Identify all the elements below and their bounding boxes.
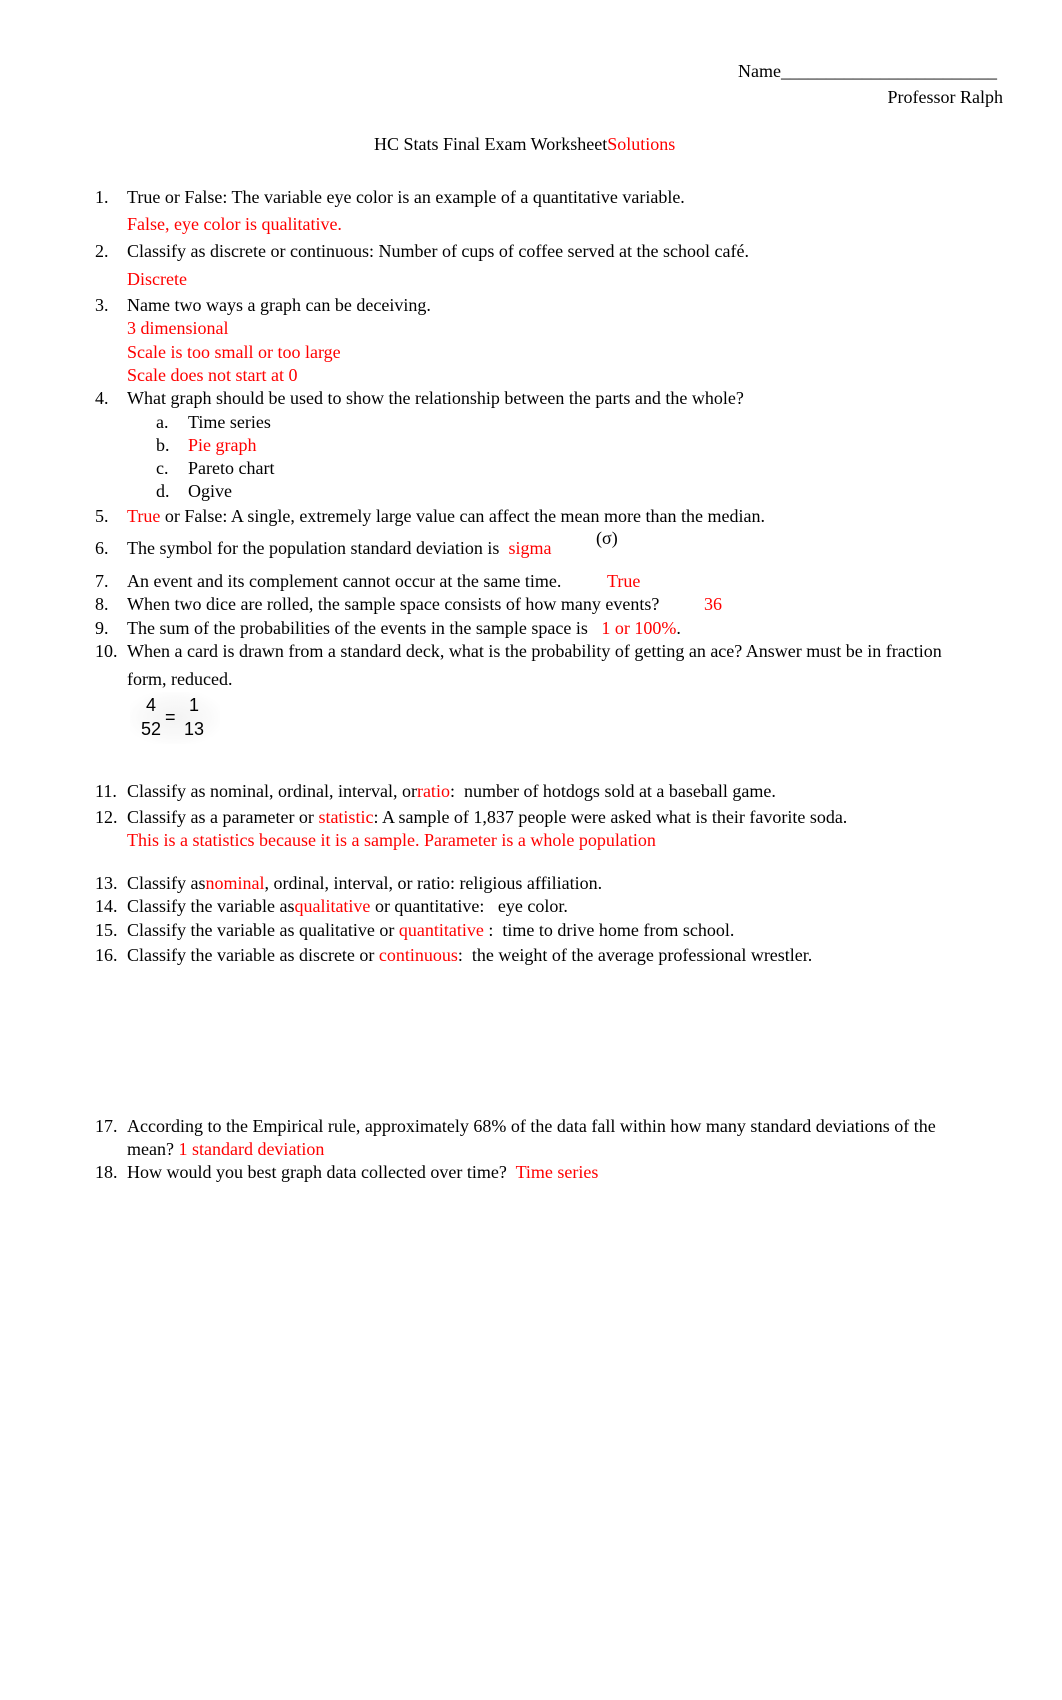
answer: statistic [318,807,374,827]
question-number: 7. [95,571,109,591]
answer: qualitative [294,896,371,916]
question-text: Classify as discrete or continuous: Numb… [127,241,749,261]
answer: continuous [378,945,458,965]
question-number: 9. [95,618,109,638]
question-text: Classify as a parameter or statistic: A … [127,806,847,828]
question-number: 11. [95,781,117,801]
answer: quantitative [398,920,484,940]
answer: ratio [416,781,450,801]
answer: Time series [515,1162,599,1182]
option-letter: c. [156,458,169,478]
question-number: 16. [95,945,118,965]
question-number: 18. [95,1162,118,1182]
question-body: Classify as [127,873,206,893]
question-number: 15. [95,920,118,940]
suffix: : A sample of 1,837 people were asked wh… [373,807,848,827]
equals-sign: = [165,707,176,727]
title-solutions: Solutions [607,134,676,154]
question-text: How would you best graph data collected … [127,1161,598,1183]
question-text: An event and its complement cannot occur… [127,571,562,591]
suffix: : number of hotdogs sold at a baseball g… [449,781,776,801]
answer: True [127,506,161,526]
question-body: mean? [127,1139,179,1159]
answer: Discrete [127,269,187,289]
question-number: 17. [95,1116,118,1136]
option-text-correct: Pie graph [188,435,257,455]
answer: nominal [205,873,265,893]
professor-name: Professor Ralph [887,87,1004,107]
question-text: When a card is drawn from a standard dec… [127,641,942,661]
question-text: Classify as nominal, ordinal, interval, … [127,780,776,802]
question-body: Classify as nominal, ordinal, interval, … [127,781,417,801]
question-body: Classify the variable as [127,896,295,916]
question-body: The sum of the probabilities of the even… [127,618,593,638]
option-letter: b. [156,435,170,455]
answer: 36 [704,594,722,614]
question-number: 4. [95,388,109,408]
page-title: HC Stats Final Exam WorksheetSolutions [374,133,675,155]
question-body: How would you best graph data collected … [127,1162,516,1182]
question-text-continued: mean? 1 standard deviation [127,1138,324,1160]
question-number: 10. [95,641,118,661]
question-text: According to the Empirical rule, approxi… [127,1116,936,1136]
suffix: , ordinal, interval, or ratio: religious… [264,873,603,893]
question-text: Name two ways a graph can be deceiving. [127,295,431,315]
suffix: or quantitative: eye color. [370,896,568,916]
fraction-numerator-2: 1 [189,695,200,715]
name-label: Name [738,61,781,81]
question-number: 8. [95,594,109,614]
question-text: Classify the variable as discrete or con… [127,944,812,966]
question-number: 5. [95,506,109,526]
question-text: True or False: The variable eye color is… [127,187,685,207]
option-text: Time series [188,412,271,432]
answer: sigma [508,538,552,558]
question-number: 14. [95,896,118,916]
name-blank-line: ________________________ [780,61,997,81]
sigma-symbol: (σ) [596,528,618,548]
answer: 1 standard deviation [178,1139,325,1159]
answer: 1 or 100% [601,618,677,638]
question-number: 3. [95,295,109,315]
option-letter: d. [156,481,170,501]
suffix: : the weight of the average professional… [457,945,813,965]
question-body: The symbol for the population standard d… [127,538,504,558]
question-number: 2. [95,241,109,261]
question-number: 1. [95,187,109,207]
question-text: The sum of the probabilities of the even… [127,617,681,639]
option-text: Ogive [188,481,232,501]
question-text: When two dice are rolled, the sample spa… [127,594,660,614]
question-number: 12. [95,807,118,827]
question-text: The symbol for the population standard d… [127,537,551,559]
question-text: Classify the variable asqualitative or q… [127,895,568,917]
answer: 3 dimensional [127,318,229,338]
option-letter: a. [156,412,169,432]
suffix: : time to drive home from school. [483,920,735,940]
question-body: or False: A single, extremely large valu… [160,506,765,526]
answer: False, eye color is qualitative. [127,214,342,234]
question-text: Classify the variable as qualitative or … [127,919,734,941]
question-text: True or False: A single, extremely large… [127,505,765,527]
fraction-answer: 4 52 = 1 13 [130,692,220,744]
question-body: Classify the variable as qualitative or [127,920,399,940]
question-text: Classify asnominal, ordinal, interval, o… [127,872,602,894]
question-text-continued: form, reduced. [127,669,233,689]
question-number: 13. [95,873,118,893]
option-text: Pareto chart [188,458,275,478]
suffix: . [676,618,681,638]
name-field: Name________________________ [738,60,997,82]
answer: Scale is too small or too large [127,342,341,362]
title-text: HC Stats Final Exam Worksheet [374,134,608,154]
answer: True [607,571,641,591]
question-body: Classify the variable as discrete or [127,945,379,965]
fraction-denominator-2: 13 [184,719,205,739]
fraction-numerator-1: 4 [146,695,157,715]
answer: Scale does not start at 0 [127,365,298,385]
explanation: This is a statistics because it is a sam… [127,830,656,850]
question-body: Classify as a parameter or [127,807,319,827]
question-number: 6. [95,538,109,558]
fraction-denominator-1: 52 [141,719,162,739]
question-text: What graph should be used to show the re… [127,388,744,408]
